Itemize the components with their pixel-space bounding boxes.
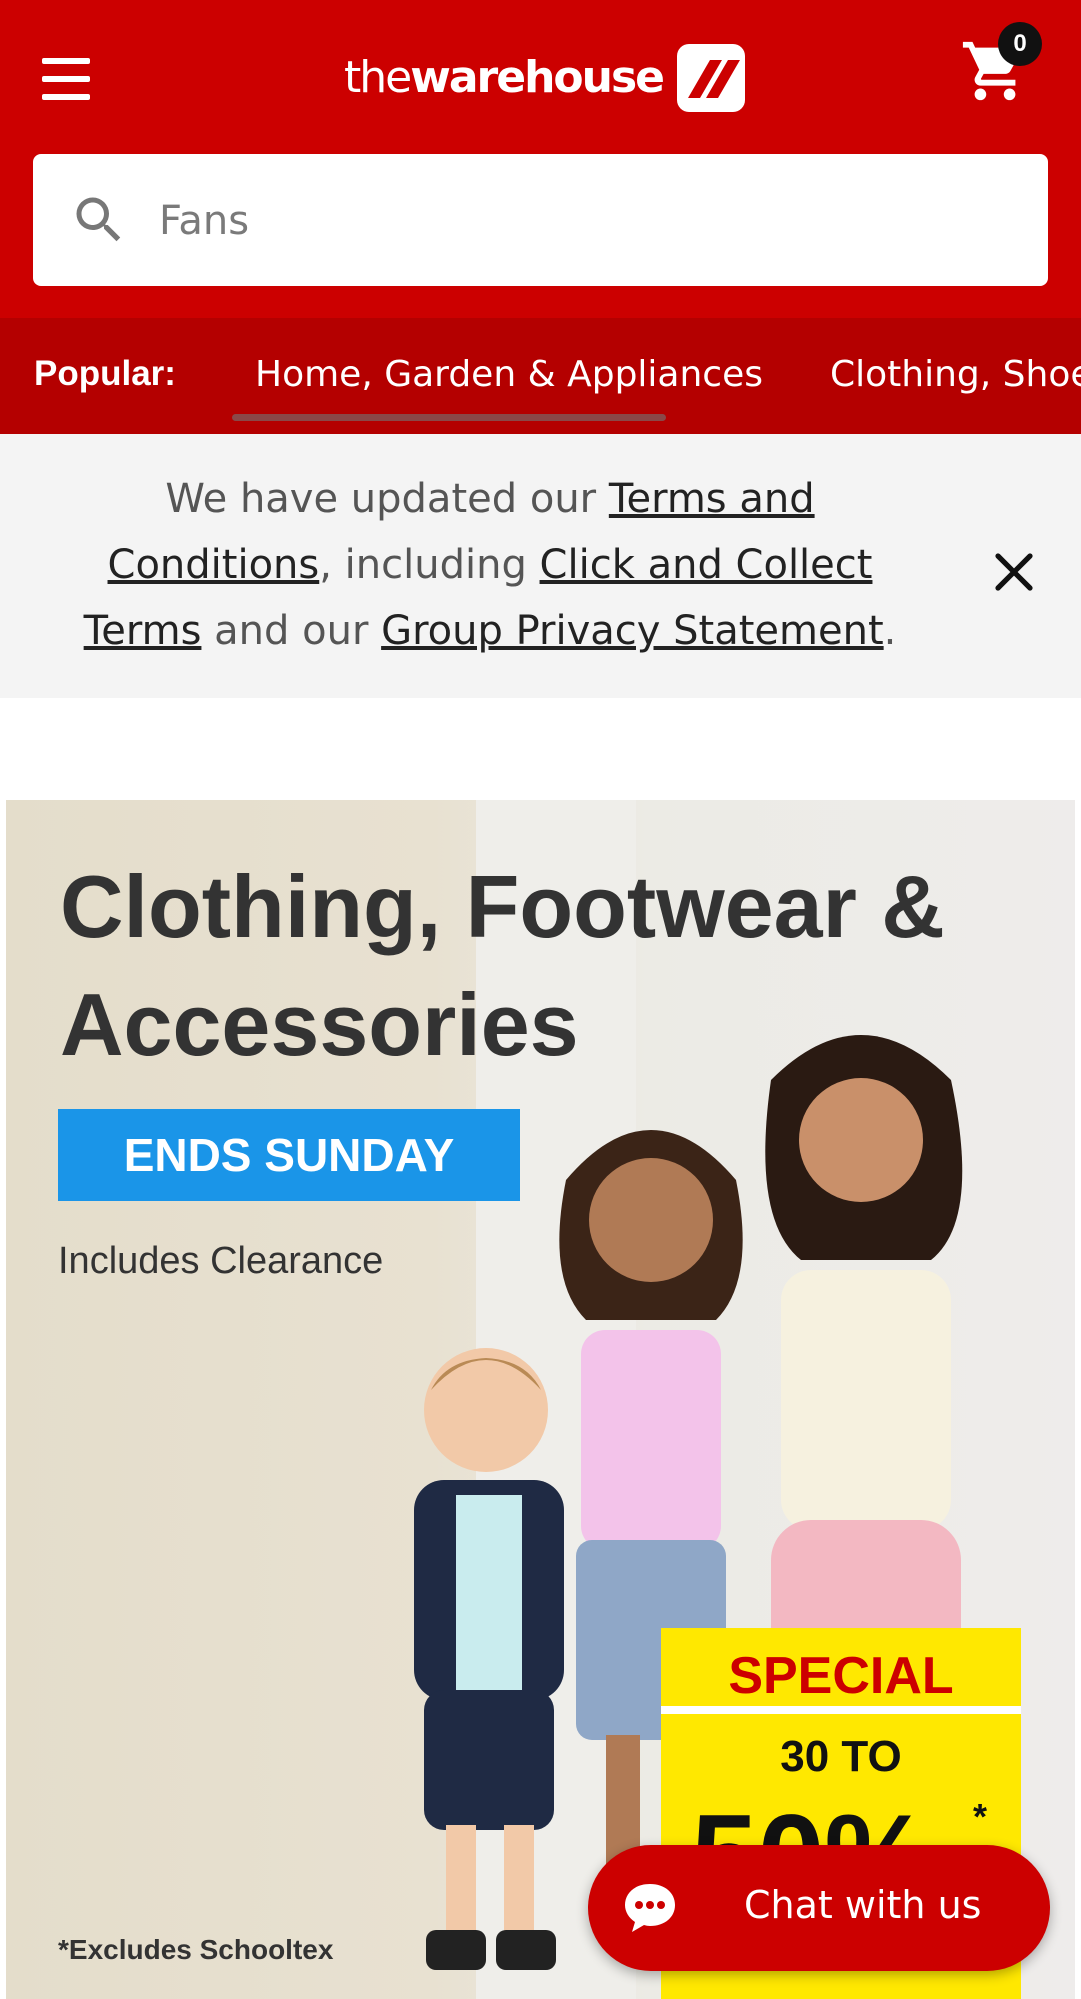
popular-item-clothing[interactable]: Clothing, Shoes <box>830 354 1081 395</box>
search-input[interactable] <box>157 184 1021 258</box>
excludes-schooltex-text: *Excludes Schooltex <box>58 1934 334 1965</box>
special-range: 30 TO <box>780 1732 902 1781</box>
chat-label: Chat with us <box>744 1883 982 1927</box>
terms-notice: We have updated our Terms and Conditions… <box>0 434 1081 698</box>
popular-label: Popular: <box>34 354 176 393</box>
notice-text-part: We have updated our <box>165 476 609 522</box>
includes-clearance-text: Includes Clearance <box>58 1240 384 1282</box>
hamburger-menu-icon[interactable] <box>38 58 94 106</box>
special-asterisk: * <box>973 1796 988 1837</box>
notice-text: We have updated our Terms and Conditions… <box>50 466 930 664</box>
popular-item-home-garden[interactable]: Home, Garden & Appliances <box>255 354 763 395</box>
logo-mark-icon <box>677 43 746 112</box>
special-title: SPECIAL <box>728 1647 954 1705</box>
search-bar[interactable] <box>33 154 1048 286</box>
search-icon <box>76 197 121 242</box>
ends-sunday-badge: ENDS SUNDAY <box>58 1109 520 1201</box>
group-privacy-statement-link[interactable]: Group Privacy Statement <box>381 608 884 654</box>
promo-banner[interactable]: Clothing, Footwear & Accessories ENDS SU… <box>6 800 1075 1999</box>
chat-bubble-icon <box>625 1884 675 1932</box>
special-divider <box>661 1706 1021 1714</box>
notice-text-part: . <box>883 608 897 654</box>
notice-text-part: , including <box>319 542 540 588</box>
logo-main: warehouse <box>410 52 665 103</box>
the-warehouse-logo[interactable]: thewarehouse <box>344 40 746 115</box>
logo-prefix: the <box>344 52 412 103</box>
notice-text-part: and our <box>201 608 382 654</box>
close-icon[interactable] <box>990 548 1038 596</box>
chat-with-us-button[interactable]: Chat with us <box>588 1845 1050 1971</box>
active-tab-underline <box>232 414 666 421</box>
header: thewarehouse 0 <box>0 0 1081 318</box>
banner-title: Clothing, Footwear & Accessories <box>60 857 945 1074</box>
cart-count-badge: 0 <box>998 22 1042 66</box>
